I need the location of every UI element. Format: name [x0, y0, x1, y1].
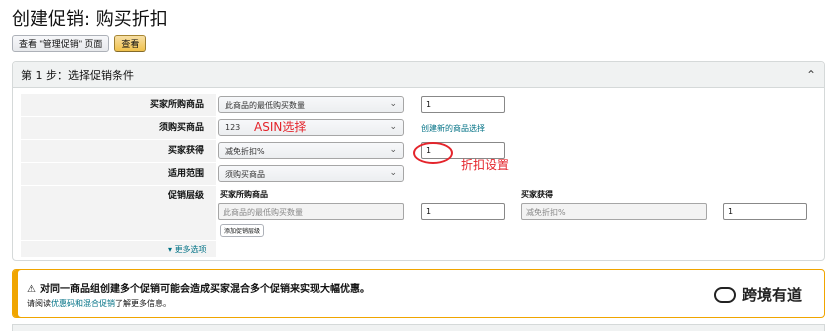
more-options-link[interactable]: ▾ 更多选项 — [168, 244, 207, 255]
buyer-purchases-label: 买家所购商品 — [21, 94, 216, 116]
alert-body-prefix: 请阅读 — [27, 299, 51, 308]
buyer-purchases-select[interactable]: 此商品的最低购买数量 ⌄ — [218, 96, 404, 113]
applies-to-label: 适用范围 — [21, 163, 216, 185]
chevron-down-icon: ⌄ — [389, 99, 397, 109]
tier-discount-input[interactable]: 1 — [723, 203, 807, 220]
coupon-stacking-link[interactable]: 优惠码和混合促销 — [51, 299, 115, 308]
chevron-down-icon: ⌄ — [389, 145, 397, 155]
alert-title: ⚠ 对同一商品组创建多个促销可能会造成买家混合多个促销来实现大幅优惠。 — [27, 280, 370, 295]
tier-discount-field: 减免折扣% — [521, 203, 707, 220]
step-1-panel: 第 1 步：选择促销条件 ⌃ 买家所购商品 此商品的最低购买数量 ⌄ 1 须购买… — [12, 61, 825, 261]
alert-body-suffix: 了解更多信息。 — [115, 299, 171, 308]
buyer-purchases-quantity-input[interactable]: 1 — [421, 96, 505, 113]
buyer-purchases-select-value: 此商品的最低购买数量 — [225, 101, 305, 110]
required-item-select-value: 123 — [225, 123, 241, 132]
toolbar: 查看 "管理促销" 页面 查看 — [12, 35, 147, 52]
buyer-gets-select-value: 减免折扣% — [225, 147, 265, 156]
buyer-gets-label: 买家获得 — [21, 140, 216, 162]
discount-highlight-circle — [413, 142, 453, 164]
chevron-down-icon: ⌄ — [389, 122, 397, 132]
tier-col1-header: 买家所购商品 — [220, 190, 268, 199]
tier-min-quantity-field: 此商品的最低购买数量 — [218, 203, 404, 220]
next-panel-edge — [12, 324, 825, 331]
tier-quantity-input[interactable]: 1 — [421, 203, 505, 220]
more-options-label: 更多选项 — [174, 245, 207, 254]
required-item-select[interactable]: 123 ⌄ — [218, 119, 404, 136]
asin-annotation: ASIN选择 — [254, 120, 307, 134]
warning-icon: ⚠ — [27, 284, 36, 295]
step-title: 第 1 步：选择促销条件 — [21, 68, 134, 82]
chevron-down-icon: ⌄ — [389, 168, 397, 178]
applies-to-select-value: 须购买商品 — [225, 170, 265, 179]
alert-body: 请阅读优惠码和混合促销了解更多信息。 — [27, 298, 171, 309]
applies-to-select[interactable]: 须购买商品 ⌄ — [218, 165, 404, 182]
discount-annotation: 折扣设置 — [461, 158, 510, 172]
add-tier-button[interactable]: 添加促销层级 — [220, 224, 265, 237]
manage-promotions-button[interactable]: 查看 "管理促销" 页面 — [12, 35, 110, 52]
panel-header[interactable]: 第 1 步：选择促销条件 ⌃ — [13, 62, 824, 88]
warning-alert: ⚠ 对同一商品组创建多个促销可能会造成买家混合多个促销来实现大幅优惠。 请阅读优惠… — [12, 269, 825, 318]
watermark: 跨境有道 — [713, 284, 802, 305]
chevron-up-icon[interactable]: ⌃ — [806, 68, 816, 82]
alert-title-text: 对同一商品组创建多个促销可能会造成买家混合多个促销来实现大幅优惠。 — [39, 284, 370, 295]
view-button[interactable]: 查看 — [114, 35, 147, 52]
wechat-icon — [713, 286, 736, 303]
tiers-label: 促销层级 — [21, 186, 216, 240]
buyer-gets-select[interactable]: 减免折扣% ⌄ — [218, 142, 404, 159]
watermark-text: 跨境有道 — [741, 286, 802, 304]
page-title: 创建促销: 购买折扣 — [12, 9, 168, 30]
tier-col2-header: 买家获得 — [521, 190, 553, 199]
create-selection-link[interactable]: 创建新的商品选择 — [421, 123, 485, 134]
required-item-label: 须购买商品 — [21, 117, 216, 139]
